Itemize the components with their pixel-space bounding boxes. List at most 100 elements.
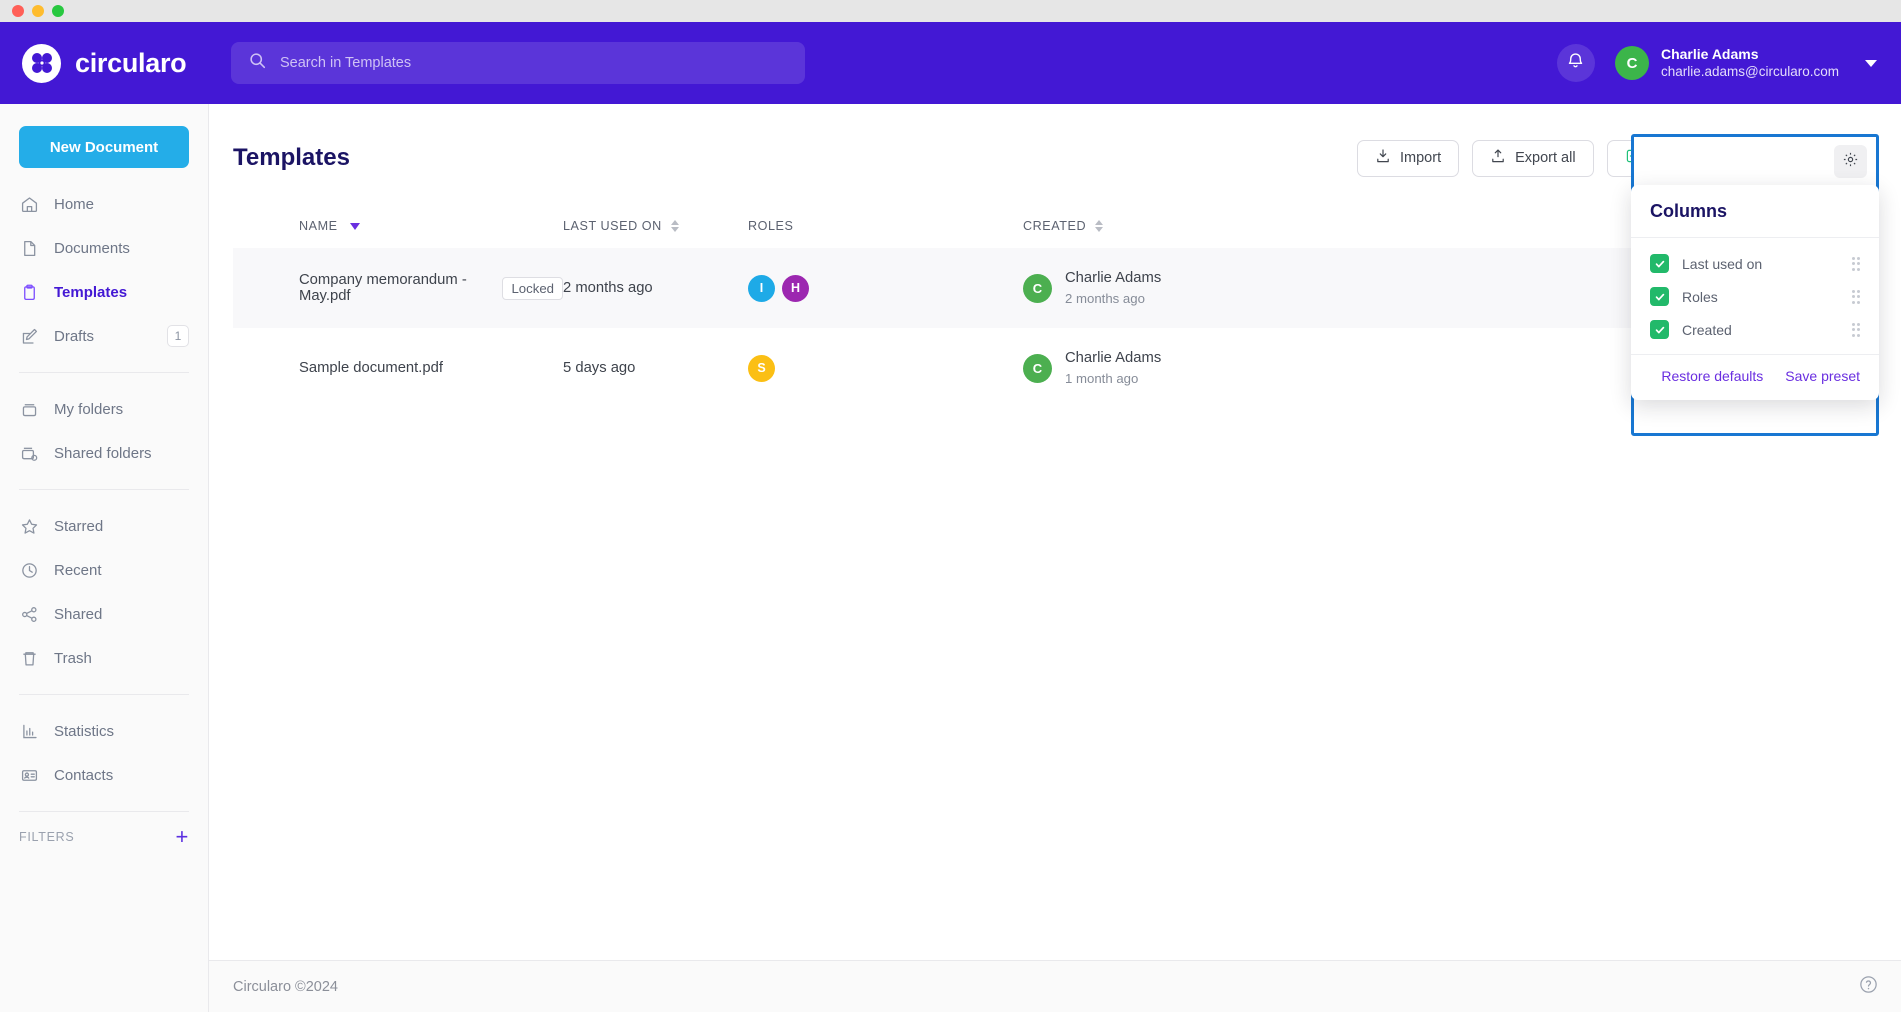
export-all-button[interactable]: Export all	[1472, 140, 1593, 177]
cell-name: Sample document.pdf	[233, 360, 563, 376]
help-button[interactable]	[1858, 974, 1879, 999]
star-icon	[19, 517, 39, 536]
restore-defaults-link[interactable]: Restore defaults	[1661, 368, 1763, 384]
chevron-down-icon[interactable]	[1865, 60, 1877, 67]
user-meta: Charlie Adams charlie.adams@circularo.co…	[1661, 45, 1839, 81]
sidebar-item-drafts[interactable]: Drafts 1	[19, 314, 189, 358]
checkbox-checked-icon[interactable]	[1650, 320, 1669, 339]
table-row[interactable]: Sample document.pdf 5 days ago S C Charl…	[233, 328, 1857, 408]
sidebar-item-documents[interactable]: Documents	[19, 226, 189, 270]
bell-icon	[1566, 51, 1585, 75]
user-name: Charlie Adams	[1661, 45, 1839, 63]
columns-panel-title: Columns	[1631, 185, 1879, 238]
columns-panel: Columns Last used on	[1631, 185, 1879, 400]
drag-handle-icon[interactable]	[1852, 257, 1861, 271]
drag-handle-icon[interactable]	[1852, 323, 1861, 337]
status-badge: Locked	[502, 277, 563, 300]
cell-last-used-on: 2 months ago	[563, 280, 748, 296]
add-filter-icon[interactable]: +	[175, 826, 189, 848]
template-name: Company memorandum - May.pdf	[299, 272, 490, 304]
app-footer: Circularo ©2024	[209, 960, 1901, 1012]
sort-toggle-icon[interactable]	[1095, 220, 1103, 232]
creator: C Charlie Adams 2 months ago	[1023, 268, 1161, 309]
brand-logo[interactable]: circularo	[22, 44, 210, 83]
notifications-button[interactable]	[1557, 44, 1595, 82]
sidebar-item-templates[interactable]: Templates	[19, 270, 189, 314]
column-header-label: ROLES	[748, 219, 793, 233]
sidebar-item-statistics[interactable]: Statistics	[19, 709, 189, 753]
brand-name: circularo	[75, 48, 186, 79]
gear-icon	[1842, 151, 1859, 173]
column-header-label: CREATED	[1023, 219, 1086, 233]
table-settings-button[interactable]	[1834, 145, 1867, 178]
checkbox-checked-icon[interactable]	[1650, 254, 1669, 273]
window-minimize-button[interactable]	[32, 5, 44, 17]
cell-roles: S	[748, 355, 1023, 382]
export-icon	[1490, 148, 1506, 168]
trash-icon	[19, 649, 39, 668]
creator-when: 2 months ago	[1065, 289, 1161, 308]
avatar-initial: C	[1627, 55, 1638, 72]
column-header-roles[interactable]: ROLES	[748, 219, 1023, 233]
column-option-last-used-on[interactable]: Last used on	[1631, 247, 1879, 280]
sidebar-item-shared-folders[interactable]: Shared folders	[19, 431, 189, 475]
columns-option-list: Last used on Roles	[1631, 238, 1879, 354]
window-maximize-button[interactable]	[52, 5, 64, 17]
sidebar-item-label: Contacts	[54, 767, 113, 784]
sidebar-item-contacts[interactable]: Contacts	[19, 753, 189, 797]
search-icon	[249, 52, 266, 74]
save-preset-link[interactable]: Save preset	[1785, 368, 1860, 384]
column-option-label: Roles	[1682, 289, 1718, 305]
sort-toggle-icon[interactable]	[671, 220, 679, 232]
help-circle-icon	[1858, 974, 1879, 999]
role-avatar[interactable]: S	[748, 355, 775, 382]
column-header-created[interactable]: CREATED	[1023, 219, 1323, 233]
column-option-created[interactable]: Created	[1631, 313, 1879, 346]
user-menu[interactable]: C Charlie Adams charlie.adams@circularo.…	[1615, 45, 1877, 81]
import-label: Import	[1400, 150, 1441, 166]
sidebar-item-home[interactable]: Home	[19, 182, 189, 226]
new-document-button[interactable]: New Document	[19, 126, 189, 168]
role-avatar[interactable]: H	[782, 275, 809, 302]
sidebar-group-primary: Home Documents Templates	[19, 168, 189, 372]
search-bar[interactable]	[231, 42, 805, 84]
sidebar-item-label: Starred	[54, 518, 103, 535]
cell-last-used-on: 5 days ago	[563, 360, 748, 376]
sidebar-group-views: Starred Recent Shared	[19, 489, 189, 694]
creator-lines: Charlie Adams 2 months ago	[1065, 268, 1161, 309]
sidebar-item-label: Templates	[54, 284, 127, 301]
column-header-last-used-on[interactable]: LAST USED ON	[563, 219, 748, 233]
table-row[interactable]: Company memorandum - May.pdf Locked 2 mo…	[233, 248, 1857, 328]
template-name: Sample document.pdf	[299, 360, 443, 376]
sidebar-item-recent[interactable]: Recent	[19, 548, 189, 592]
sidebar-item-label: Trash	[54, 650, 92, 667]
sidebar-item-label: Shared folders	[54, 445, 152, 462]
avatar: C	[1615, 46, 1649, 80]
column-option-roles[interactable]: Roles	[1631, 280, 1879, 313]
import-button[interactable]: Import	[1357, 140, 1459, 177]
import-icon	[1375, 148, 1391, 168]
window-titlebar	[0, 0, 1901, 22]
sidebar-item-starred[interactable]: Starred	[19, 504, 189, 548]
app-shell: New Document Home Documents	[0, 104, 1901, 1012]
column-header-name[interactable]: NAME	[233, 219, 563, 233]
role-avatar[interactable]: I	[748, 275, 775, 302]
sort-desc-icon[interactable]	[350, 223, 360, 230]
window-close-button[interactable]	[12, 5, 24, 17]
creator-when: 1 month ago	[1065, 369, 1161, 388]
drag-handle-icon[interactable]	[1852, 290, 1861, 304]
cell-name: Company memorandum - May.pdf Locked	[233, 272, 563, 304]
sidebar-item-shared[interactable]: Shared	[19, 592, 189, 636]
sidebar: New Document Home Documents	[0, 104, 209, 1012]
sidebar-item-my-folders[interactable]: My folders	[19, 387, 189, 431]
search-input[interactable]	[280, 55, 787, 71]
cell-created: C Charlie Adams 2 months ago	[1023, 268, 1323, 309]
sidebar-item-trash[interactable]: Trash	[19, 636, 189, 680]
sidebar-item-label: My folders	[54, 401, 123, 418]
avatar: C	[1023, 354, 1052, 383]
columns-panel-footer: Restore defaults Save preset	[1631, 354, 1879, 396]
app-topbar: circularo C Charlie Adams charlie	[0, 22, 1901, 104]
contact-card-icon	[19, 766, 39, 785]
checkbox-checked-icon[interactable]	[1650, 287, 1669, 306]
clipboard-icon	[19, 283, 39, 302]
